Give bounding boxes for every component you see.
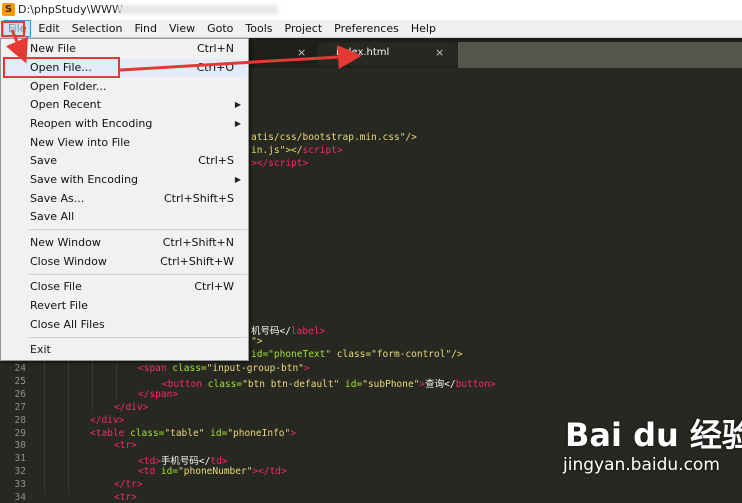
watermark-logo: Bai du 经验 — [565, 416, 742, 454]
baidu-jingyan-watermark: Bai du 经验 jingyan.baidu.com — [535, 410, 742, 494]
annotation-arrow-to-tab — [119, 45, 362, 72]
annotation-arrow-down — [5, 29, 28, 64]
watermark-url: jingyan.baidu.com — [563, 455, 720, 475]
